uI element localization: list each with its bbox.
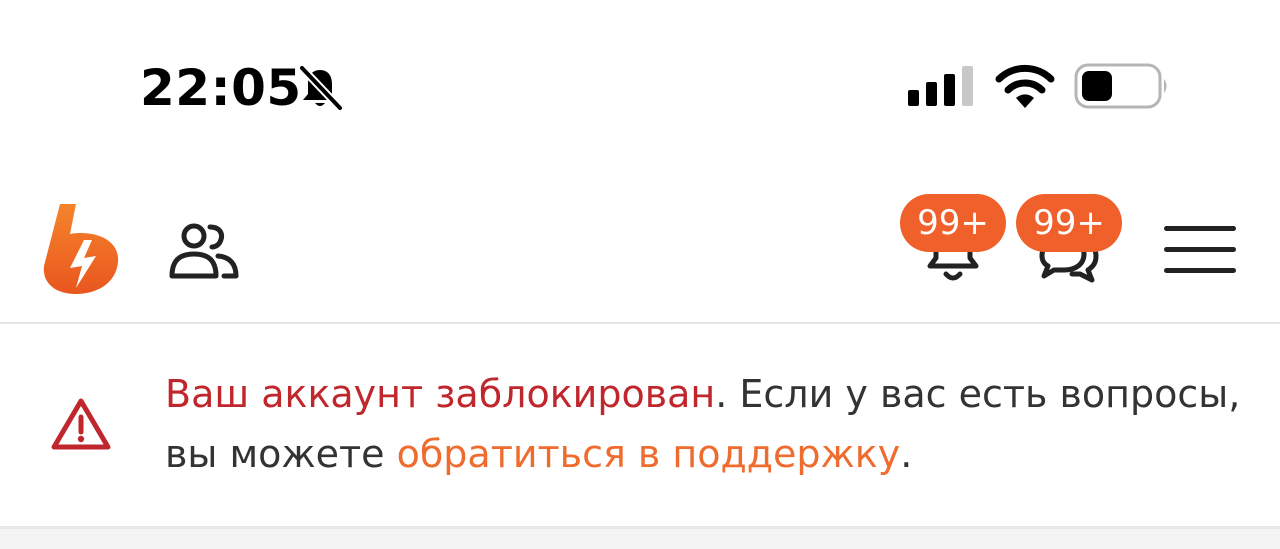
account-blocked-text: Ваш аккаунт заблокирован [165, 372, 716, 416]
content-area-edge [0, 529, 1280, 549]
app-screen: 22:05 99+ 99+ Ваш аккаунт заблокирован. … [0, 0, 1280, 549]
messages-badge: 99+ [1016, 194, 1122, 252]
banner-text-part: вы можете [165, 432, 397, 476]
account-blocked-banner: Ваш аккаунт заблокирован. Если у вас ест… [0, 324, 1280, 529]
warning-triangle-icon [51, 398, 111, 450]
status-bar: 22:05 [0, 0, 1280, 160]
banner-message: Ваш аккаунт заблокирован. Если у вас ест… [165, 364, 1265, 484]
notifications-button[interactable]: 99+ [900, 194, 1006, 288]
people-icon[interactable] [166, 220, 242, 280]
cellular-signal-icon [908, 66, 973, 106]
status-time: 22:05 [140, 59, 302, 117]
banner-text-part: . Если у вас есть вопросы, [715, 372, 1241, 416]
notifications-badge: 99+ [900, 194, 1006, 252]
messages-button[interactable]: 99+ [1016, 194, 1122, 288]
battery-icon [1074, 63, 1167, 109]
wifi-icon [995, 64, 1055, 108]
banner-text-part: . [900, 432, 913, 476]
hamburger-menu-icon[interactable] [1160, 222, 1240, 278]
app-header: 99+ 99+ [0, 160, 1280, 324]
bell-slash-icon [299, 65, 343, 111]
support-link[interactable]: обратиться в поддержку [397, 432, 901, 476]
lightning-logo-icon[interactable] [40, 200, 122, 296]
